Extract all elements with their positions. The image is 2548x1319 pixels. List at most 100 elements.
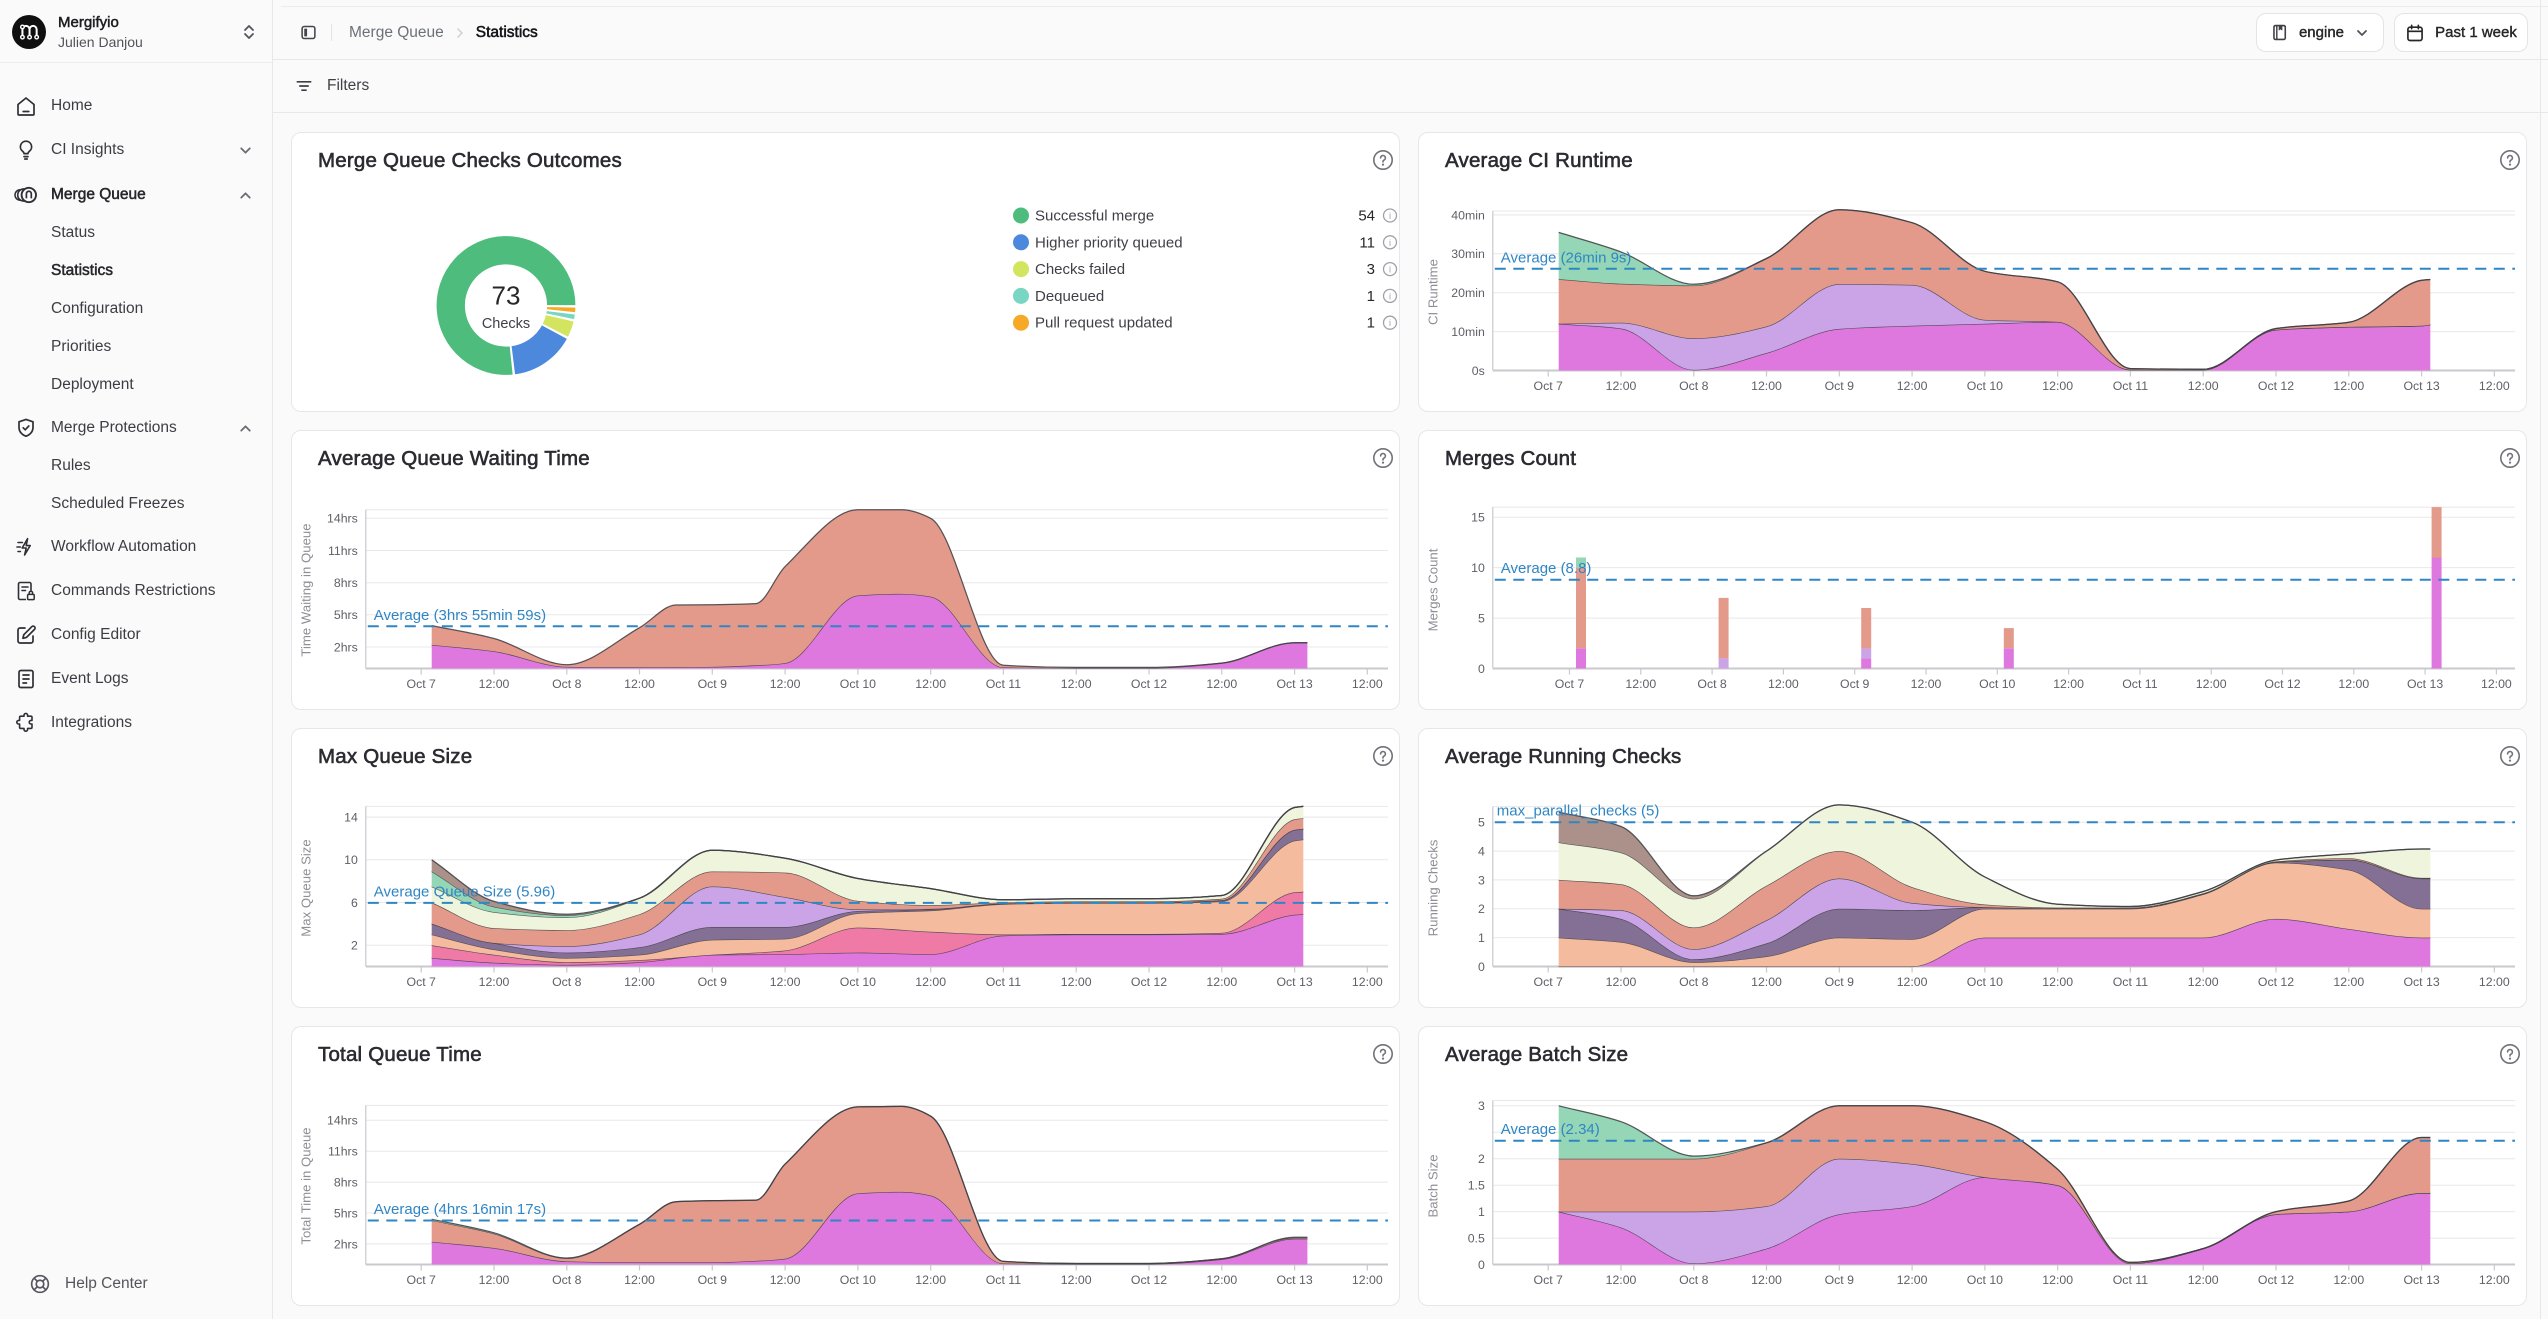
svg-text:Oct 9: Oct 9 bbox=[698, 975, 728, 989]
svg-text:12:00: 12:00 bbox=[1751, 379, 1782, 393]
svg-text:2hrs: 2hrs bbox=[334, 1237, 358, 1251]
svg-text:12:00: 12:00 bbox=[1206, 677, 1237, 691]
svg-text:Merges Count: Merges Count bbox=[1426, 548, 1441, 631]
svg-text:Average (8.8): Average (8.8) bbox=[1501, 560, 1592, 577]
svg-text:12:00: 12:00 bbox=[770, 1273, 801, 1287]
svg-text:12:00: 12:00 bbox=[770, 975, 801, 989]
svg-text:Oct 10: Oct 10 bbox=[1967, 1273, 2003, 1287]
svg-text:Oct 12: Oct 12 bbox=[2258, 379, 2294, 393]
svg-text:i: i bbox=[1389, 238, 1391, 248]
svg-text:12:00: 12:00 bbox=[2481, 677, 2512, 691]
svg-text:Oct 11: Oct 11 bbox=[2113, 975, 2148, 989]
svg-text:12:00: 12:00 bbox=[1897, 975, 1928, 989]
svg-text:12:00: 12:00 bbox=[479, 1273, 510, 1287]
svg-text:Oct 9: Oct 9 bbox=[1825, 975, 1855, 989]
svg-text:Max Queue Size: Max Queue Size bbox=[299, 839, 314, 937]
svg-text:Average (2.34): Average (2.34) bbox=[1501, 1121, 1600, 1138]
svg-text:0s: 0s bbox=[1472, 364, 1485, 378]
svg-text:Oct 7: Oct 7 bbox=[1534, 975, 1564, 989]
svg-text:12:00: 12:00 bbox=[1897, 1273, 1928, 1287]
svg-text:Oct 11: Oct 11 bbox=[986, 975, 1021, 989]
svg-text:Oct 9: Oct 9 bbox=[1825, 1273, 1855, 1287]
svg-text:Oct 12: Oct 12 bbox=[1131, 975, 1167, 989]
svg-text:Oct 10: Oct 10 bbox=[1967, 975, 2003, 989]
svg-text:Oct 8: Oct 8 bbox=[1679, 1273, 1709, 1287]
svg-text:max_parallel_checks (5): max_parallel_checks (5) bbox=[1497, 803, 1660, 820]
svg-text:Time Waiting in Queue: Time Waiting in Queue bbox=[299, 523, 314, 656]
svg-text:i: i bbox=[1389, 318, 1391, 328]
svg-text:10min: 10min bbox=[1451, 325, 1485, 339]
svg-text:Dequeued: Dequeued bbox=[1035, 288, 1104, 305]
svg-text:12:00: 12:00 bbox=[2042, 975, 2073, 989]
svg-text:12:00: 12:00 bbox=[1606, 1273, 1637, 1287]
svg-text:Checks failed: Checks failed bbox=[1035, 261, 1125, 278]
svg-text:12:00: 12:00 bbox=[770, 677, 801, 691]
svg-text:6: 6 bbox=[351, 896, 358, 910]
svg-text:12:00: 12:00 bbox=[624, 975, 655, 989]
svg-text:Oct 12: Oct 12 bbox=[2258, 975, 2294, 989]
svg-text:12:00: 12:00 bbox=[1911, 677, 1942, 691]
svg-text:CI Runtime: CI Runtime bbox=[1426, 259, 1441, 325]
svg-text:12:00: 12:00 bbox=[2333, 379, 2364, 393]
svg-text:1: 1 bbox=[1478, 931, 1485, 945]
svg-text:Oct 7: Oct 7 bbox=[1534, 379, 1564, 393]
svg-text:i: i bbox=[1389, 265, 1391, 275]
svg-text:12:00: 12:00 bbox=[1206, 975, 1237, 989]
svg-text:Oct 8: Oct 8 bbox=[1679, 379, 1709, 393]
svg-text:Oct 10: Oct 10 bbox=[1979, 677, 2015, 691]
svg-text:12:00: 12:00 bbox=[1352, 677, 1383, 691]
svg-text:12:00: 12:00 bbox=[2188, 1273, 2219, 1287]
svg-text:2hrs: 2hrs bbox=[334, 640, 358, 654]
svg-text:12:00: 12:00 bbox=[915, 1273, 946, 1287]
svg-text:12:00: 12:00 bbox=[1897, 379, 1928, 393]
svg-text:1.5: 1.5 bbox=[1468, 1179, 1485, 1193]
svg-text:4: 4 bbox=[1478, 845, 1485, 859]
svg-text:Oct 10: Oct 10 bbox=[840, 1273, 876, 1287]
svg-text:12:00: 12:00 bbox=[1606, 975, 1637, 989]
svg-text:Oct 9: Oct 9 bbox=[1840, 677, 1870, 691]
svg-text:Oct 12: Oct 12 bbox=[2264, 677, 2300, 691]
svg-text:Successful merge: Successful merge bbox=[1035, 208, 1154, 225]
svg-text:12:00: 12:00 bbox=[1352, 1273, 1383, 1287]
svg-text:Oct 10: Oct 10 bbox=[840, 975, 876, 989]
svg-text:Oct 7: Oct 7 bbox=[407, 1273, 437, 1287]
svg-text:12:00: 12:00 bbox=[1606, 379, 1637, 393]
svg-text:Oct 10: Oct 10 bbox=[1967, 379, 2003, 393]
svg-text:12:00: 12:00 bbox=[1061, 1273, 1092, 1287]
svg-text:12:00: 12:00 bbox=[915, 975, 946, 989]
svg-text:54: 54 bbox=[1358, 208, 1375, 225]
svg-text:Average (26min 9s): Average (26min 9s) bbox=[1501, 249, 1632, 266]
svg-text:11: 11 bbox=[1359, 234, 1375, 251]
svg-text:12:00: 12:00 bbox=[2196, 677, 2227, 691]
svg-text:0: 0 bbox=[1478, 960, 1485, 974]
svg-text:Average (3hrs 55min 59s): Average (3hrs 55min 59s) bbox=[374, 607, 546, 624]
svg-text:30min: 30min bbox=[1451, 247, 1485, 261]
svg-text:Oct 8: Oct 8 bbox=[552, 975, 582, 989]
svg-text:Oct 8: Oct 8 bbox=[1679, 975, 1709, 989]
svg-text:0: 0 bbox=[1478, 1258, 1485, 1272]
svg-text:12:00: 12:00 bbox=[915, 677, 946, 691]
svg-text:Oct 8: Oct 8 bbox=[552, 1273, 582, 1287]
svg-text:Checks: Checks bbox=[482, 316, 530, 332]
svg-text:Oct 9: Oct 9 bbox=[698, 1273, 728, 1287]
svg-text:14hrs: 14hrs bbox=[327, 512, 358, 526]
svg-text:2: 2 bbox=[1478, 902, 1485, 916]
svg-text:Oct 13: Oct 13 bbox=[2403, 975, 2439, 989]
svg-text:12:00: 12:00 bbox=[2479, 975, 2510, 989]
svg-text:2: 2 bbox=[1478, 1152, 1485, 1166]
svg-text:Oct 7: Oct 7 bbox=[407, 677, 437, 691]
svg-text:1: 1 bbox=[1367, 315, 1375, 332]
svg-text:14hrs: 14hrs bbox=[327, 1114, 358, 1128]
svg-text:12:00: 12:00 bbox=[1751, 1273, 1782, 1287]
svg-text:12:00: 12:00 bbox=[2188, 379, 2219, 393]
svg-text:12:00: 12:00 bbox=[2333, 1273, 2364, 1287]
svg-text:12:00: 12:00 bbox=[479, 975, 510, 989]
svg-text:0: 0 bbox=[1478, 662, 1485, 676]
svg-text:12:00: 12:00 bbox=[1751, 975, 1782, 989]
svg-text:12:00: 12:00 bbox=[2042, 379, 2073, 393]
svg-text:12:00: 12:00 bbox=[2042, 1273, 2073, 1287]
svg-text:Oct 9: Oct 9 bbox=[698, 677, 728, 691]
svg-text:Oct 11: Oct 11 bbox=[2113, 1273, 2148, 1287]
svg-text:Oct 8: Oct 8 bbox=[552, 677, 582, 691]
svg-text:12:00: 12:00 bbox=[2479, 379, 2510, 393]
